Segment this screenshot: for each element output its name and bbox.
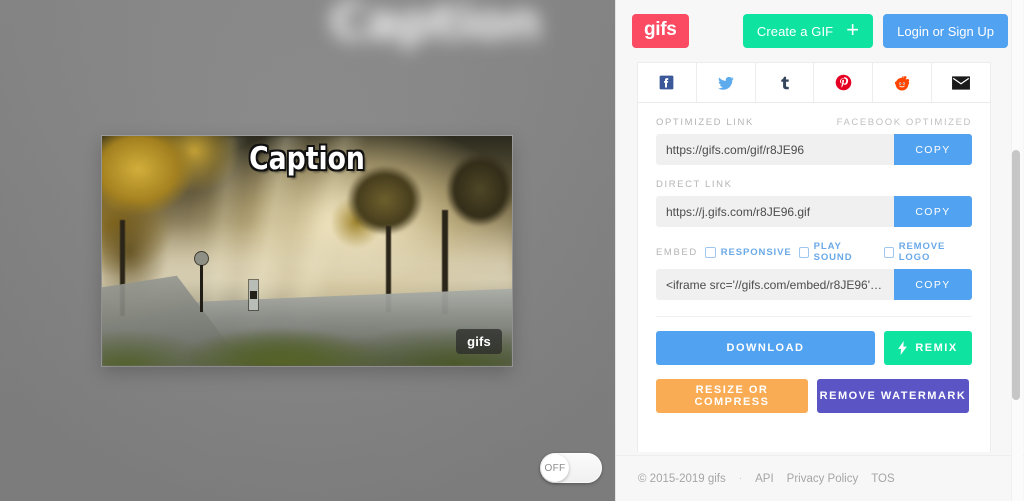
share-pinterest-button[interactable] (814, 63, 874, 102)
share-reddit-button[interactable] (873, 63, 933, 102)
scene-sign-post (200, 264, 203, 312)
blurred-caption-overlay: Caption (330, 0, 541, 51)
footer-link-privacy-policy[interactable]: Privacy Policy (787, 473, 859, 485)
share-twitter-button[interactable] (697, 63, 756, 102)
download-button[interactable]: DOWNLOAD (656, 331, 875, 365)
social-share-row (638, 63, 990, 103)
share-email-button[interactable] (932, 63, 990, 102)
embed-option-play-sound-label: PLAY SOUND (813, 241, 853, 263)
remix-button[interactable]: REMIX (884, 331, 972, 365)
share-panel: gifs Create a GIF + Login or Sign Up OPT… (615, 0, 1024, 501)
pinterest-icon (835, 74, 852, 91)
gif-preview[interactable]: Caption gifs (102, 136, 512, 366)
embed-code-input[interactable] (656, 269, 894, 300)
embed-code-copy-button[interactable]: COPY (894, 269, 972, 300)
sound-toggle-knob[interactable]: OFF (541, 454, 569, 482)
checkbox-remove-logo-icon[interactable] (883, 246, 894, 258)
embed-option-remove-logo-label: REMOVE LOGO (898, 241, 946, 263)
share-card: OPTIMIZED LINK FACEBOOK OPTIMIZED COPY D… (637, 62, 991, 452)
panel-scrollbar-track[interactable] (1011, 0, 1023, 501)
panel-header: gifs Create a GIF + Login or Sign Up (616, 0, 1024, 62)
direct-link-input[interactable] (656, 196, 894, 227)
share-tumblr-button[interactable] (756, 63, 815, 102)
optimized-link-input[interactable] (656, 134, 894, 165)
scene-road-sign (195, 252, 208, 265)
facebook-optimized-label: FACEBOOK OPTIMIZED (836, 117, 972, 128)
email-icon (952, 75, 970, 90)
gifs-logo[interactable]: gifs (632, 14, 689, 48)
copyright-text: © 2015-2019 gifs (638, 472, 726, 485)
primary-action-row: DOWNLOAD REMIX (638, 317, 990, 365)
resize-or-compress-button[interactable]: RESIZE OR COMPRESS (656, 379, 808, 413)
direct-link-label: DIRECT LINK (656, 179, 733, 190)
footer-link-api[interactable]: API (755, 473, 774, 485)
reddit-icon (895, 75, 910, 90)
remix-label: REMIX (915, 342, 958, 354)
checkbox-responsive-icon[interactable] (704, 246, 716, 258)
panel-scrollbar-thumb[interactable] (1012, 150, 1020, 400)
optimized-link-label: OPTIMIZED LINK (656, 117, 754, 128)
checkbox-play-sound-icon[interactable] (798, 246, 809, 258)
create-gif-label: Create a GIF (756, 23, 834, 39)
footer-separator: · (738, 473, 743, 484)
sound-toggle[interactable]: OFF (540, 453, 602, 483)
embed-option-responsive[interactable]: RESPONSIVE (704, 246, 792, 258)
embed-label: EMBED (656, 246, 698, 258)
embed-option-play-sound[interactable]: PLAY SOUND (798, 241, 877, 263)
panel-footer: © 2015-2019 gifs · API Privacy Policy TO… (616, 455, 1024, 501)
login-signup-button[interactable]: Login or Sign Up (883, 14, 1008, 48)
gif-preview-card[interactable]: Caption gifs (102, 136, 512, 366)
embed-section: EMBED RESPONSIVE PLAY SOUND REMOVE LOGO … (638, 241, 990, 300)
secondary-action-row: RESIZE OR COMPRESS REMOVE WATERMARK (638, 365, 990, 413)
tumblr-icon (781, 76, 789, 89)
optimized-link-labels: OPTIMIZED LINK FACEBOOK OPTIMIZED (656, 103, 972, 134)
lightning-bolt-icon (898, 341, 908, 355)
optimized-link-section: OPTIMIZED LINK FACEBOOK OPTIMIZED COPY (638, 103, 990, 165)
embed-options-row: EMBED RESPONSIVE PLAY SOUND REMOVE LOGO (656, 241, 972, 263)
direct-link-copy-button[interactable]: COPY (894, 196, 972, 227)
scene-grass-median (192, 306, 432, 366)
twitter-icon (717, 76, 734, 90)
optimized-link-copy-button[interactable]: COPY (894, 134, 972, 165)
embed-option-remove-logo[interactable]: REMOVE LOGO (883, 241, 972, 263)
embed-option-responsive-label: RESPONSIVE (720, 246, 792, 258)
share-facebook-button[interactable] (638, 63, 697, 102)
facebook-icon (660, 75, 674, 90)
direct-link-field[interactable]: COPY (656, 196, 972, 227)
gifs-watermark: gifs (456, 329, 502, 354)
footer-link-tos[interactable]: TOS (871, 473, 894, 485)
editor-stage: Caption Caption gifs OFF (0, 0, 615, 501)
optimized-link-field[interactable]: COPY (656, 134, 972, 165)
direct-link-section: DIRECT LINK COPY (638, 179, 990, 227)
scene-roadside-box (249, 280, 258, 310)
embed-code-field[interactable]: COPY (656, 269, 972, 300)
remove-watermark-button[interactable]: REMOVE WATERMARK (817, 379, 969, 413)
gif-caption-text[interactable]: Caption (131, 142, 484, 176)
create-gif-button[interactable]: Create a GIF + (742, 14, 874, 48)
